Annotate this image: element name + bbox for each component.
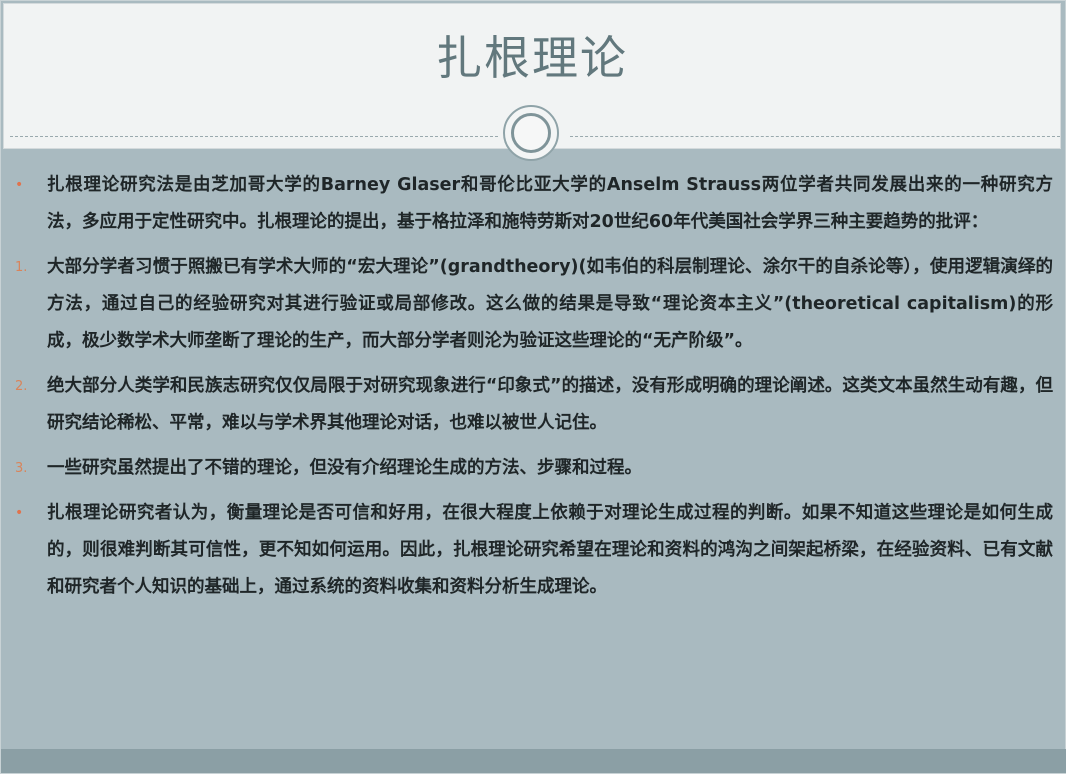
list-item-text: 绝大部分人类学和民族志研究仅仅局限于对研究现象进行“印象式”的描述，没有形成明确… [47,376,1053,433]
circle-emblem-icon [503,105,559,161]
circle-emblem-inner [511,113,551,153]
number-marker: 1. [15,260,28,275]
list-item-text: 扎根理论研究法是由芝加哥大学的Barney Glaser和哥伦比亚大学的Anse… [47,175,1053,232]
list-item-text: 扎根理论研究者认为，衡量理论是否可信和好用，在很大程度上依赖于对理论生成过程的判… [47,503,1053,597]
list-item-text: 大部分学者习惯于照搬已有学术大师的“宏大理论”(grandtheory)(如韦伯… [47,257,1053,351]
number-marker: 3. [15,461,28,476]
slide: 扎根理论 • 扎根理论研究法是由芝加哥大学的Barney Glaser和哥伦比亚… [0,0,1066,774]
list-item: • 扎根理论研究者认为，衡量理论是否可信和好用，在很大程度上依赖于对理论生成过程… [1,495,1066,606]
header-divider-left [10,136,498,137]
footer-bar [1,749,1066,773]
list-item: • 扎根理论研究法是由芝加哥大学的Barney Glaser和哥伦比亚大学的An… [1,167,1066,241]
list-item: 3. 一些研究虽然提出了不错的理论，但没有介绍理论生成的方法、步骤和过程。 [1,450,1066,487]
list-item: 1. 大部分学者习惯于照搬已有学术大师的“宏大理论”(grandtheory)(… [1,249,1066,360]
slide-title: 扎根理论 [436,31,628,85]
slide-content: • 扎根理论研究法是由芝加哥大学的Barney Glaser和哥伦比亚大学的An… [1,167,1066,614]
number-marker: 2. [15,379,28,394]
header-divider-right [570,136,1060,137]
list-item: 2. 绝大部分人类学和民族志研究仅仅局限于对研究现象进行“印象式”的描述，没有形… [1,368,1066,442]
bullet-marker: • [15,505,24,521]
bullet-marker: • [15,177,24,193]
list-item-text: 一些研究虽然提出了不错的理论，但没有介绍理论生成的方法、步骤和过程。 [47,458,642,478]
